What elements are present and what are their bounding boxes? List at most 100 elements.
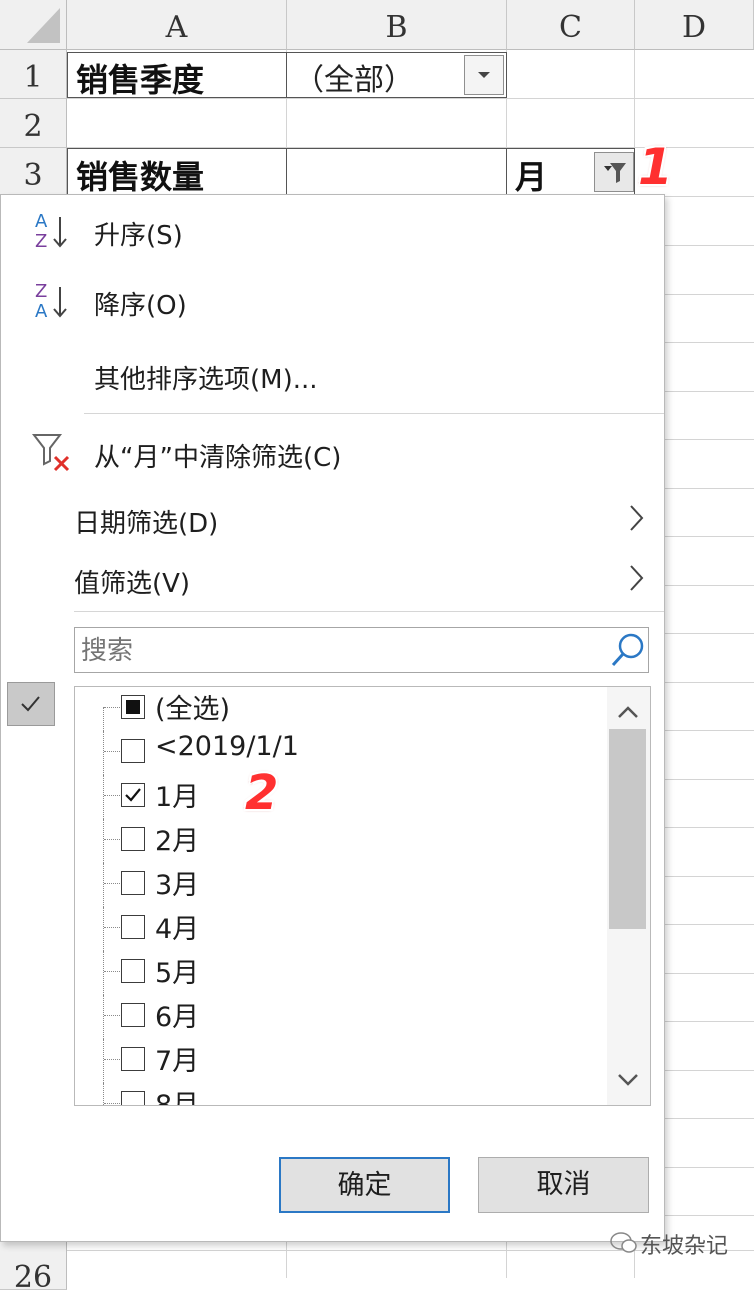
cancel-button[interactable]: 取消 [478, 1157, 649, 1213]
watermark-text: 东坡杂记 [640, 1234, 729, 1259]
column-header-b[interactable]: B [287, 0, 507, 50]
sort-za-icon: Z A [35, 281, 67, 322]
filter-list-item[interactable]: 3月 [75, 863, 605, 907]
search-input[interactable] [79, 632, 603, 670]
date-filter-item[interactable]: 日期筛选(D) [1, 493, 664, 551]
list-scrollbar[interactable] [607, 687, 650, 1105]
filter-item-label: 2月 [155, 826, 200, 857]
clear-filter-item[interactable]: 从“月”中清除筛选(C) [1, 423, 664, 487]
cell-a1-label[interactable]: 销售季度 [76, 55, 204, 101]
filter-item-label: 3月 [155, 870, 200, 901]
annotation-step-2: 2 [245, 765, 279, 821]
tree-connector [104, 1103, 120, 1104]
ok-button[interactable]: 确定 [279, 1157, 450, 1213]
sort-ascending-item[interactable]: A Z 升序(S) [1, 195, 664, 267]
tree-connector [103, 863, 104, 907]
filter-item-label: 8月 [155, 1090, 200, 1106]
select-all-corner[interactable] [0, 0, 67, 50]
grid-line [665, 488, 754, 489]
filter-item-label: (全选) [155, 694, 231, 725]
row-header-1[interactable]: 1 [0, 50, 67, 99]
checkbox[interactable] [121, 739, 145, 763]
scrollbar-thumb[interactable] [609, 729, 646, 929]
filter-item-label: 5月 [155, 958, 200, 989]
svg-text:A: A [35, 211, 48, 232]
grid-line [665, 1021, 754, 1022]
filter-list-item[interactable]: <2019/1/1 [75, 731, 605, 775]
filter-list-item[interactable]: 7月 [75, 1039, 605, 1083]
checkbox[interactable] [121, 827, 145, 851]
grid-line [665, 439, 754, 440]
tree-connector [104, 927, 120, 928]
tree-connector [103, 707, 104, 731]
scroll-up-icon[interactable] [607, 691, 650, 731]
date-filter-label: 日期筛选(D) [74, 509, 219, 539]
cell-divider [286, 148, 287, 194]
cell-divider [286, 52, 287, 98]
chevron-right-icon [630, 505, 644, 531]
cell-a3-label[interactable]: 销售数量 [76, 152, 204, 198]
filter-value-list[interactable]: (全选) <2019/1/1 1月 2月 3月 4月 5月 6月 7月 8月 [74, 686, 651, 1106]
filter-list-item[interactable]: 4月 [75, 907, 605, 951]
search-icon[interactable] [608, 630, 648, 670]
selected-indicator [7, 682, 55, 726]
grid-line [665, 924, 754, 925]
checkbox[interactable] [121, 783, 145, 807]
checkbox[interactable] [121, 1047, 145, 1071]
checkbox[interactable] [121, 1091, 145, 1105]
grid-line [665, 1070, 754, 1071]
grid-line [286, 1242, 287, 1278]
checkbox[interactable] [121, 959, 145, 983]
grid-line [665, 876, 754, 877]
filter-list-item[interactable]: 1月 [75, 775, 605, 819]
grid-line [665, 294, 754, 295]
row-header-26[interactable]: 26 [0, 1250, 67, 1295]
svg-text:Z: Z [35, 281, 47, 302]
clear-filter-icon [31, 434, 70, 472]
checkmark-icon [125, 788, 141, 802]
column-header-c[interactable]: C [507, 0, 635, 50]
grid-line [665, 536, 754, 537]
scroll-down-icon[interactable] [607, 1061, 650, 1101]
row-header-2[interactable]: 2 [0, 99, 67, 148]
filter-list-item[interactable]: 2月 [75, 819, 605, 863]
column-header-a[interactable]: A [67, 0, 287, 50]
grid-line [665, 245, 754, 246]
page-filter-dropdown-button[interactable] [464, 55, 504, 95]
row-header-3[interactable]: 3 [0, 148, 67, 197]
grid-line [665, 1167, 754, 1168]
sort-ascending-label: 升序(S) [94, 221, 183, 251]
search-box[interactable] [74, 627, 649, 673]
filter-item-label: <2019/1/1 [155, 731, 299, 762]
filter-item-label: 1月 [155, 782, 200, 813]
month-filter-dropdown-button[interactable] [594, 152, 634, 192]
grid-line [665, 827, 754, 828]
tree-connector [103, 775, 104, 819]
cell-divider [506, 148, 507, 194]
grid-line [665, 1215, 754, 1216]
tree-connector [104, 971, 120, 972]
grid-line [665, 391, 754, 392]
tree-connector [104, 795, 120, 796]
sort-descending-item[interactable]: Z A 降序(O) [1, 267, 664, 339]
filter-list-item[interactable]: 6月 [75, 995, 605, 1039]
checkbox[interactable] [121, 915, 145, 939]
tree-connector [103, 819, 104, 863]
sort-descending-label: 降序(O) [94, 291, 187, 321]
grid-line [665, 779, 754, 780]
checkbox[interactable] [121, 695, 145, 719]
filter-list-item[interactable]: (全选) [75, 687, 605, 731]
sort-az-icon: A Z [35, 211, 67, 252]
more-sort-options-item[interactable]: 其他排序选项(M)... [94, 359, 318, 396]
tree-connector [103, 995, 104, 1039]
grid-line [665, 633, 754, 634]
cell-c3-label[interactable]: 月 [515, 152, 547, 198]
filter-list-item[interactable]: 8月 [75, 1083, 605, 1106]
column-header-d[interactable]: D [635, 0, 754, 50]
value-filter-item[interactable]: 值筛选(V) [1, 553, 664, 611]
checkbox[interactable] [121, 1003, 145, 1027]
cell-b1-value[interactable]: （全部） [294, 55, 414, 99]
menu-separator [74, 611, 664, 612]
filter-list-item[interactable]: 5月 [75, 951, 605, 995]
checkbox[interactable] [121, 871, 145, 895]
